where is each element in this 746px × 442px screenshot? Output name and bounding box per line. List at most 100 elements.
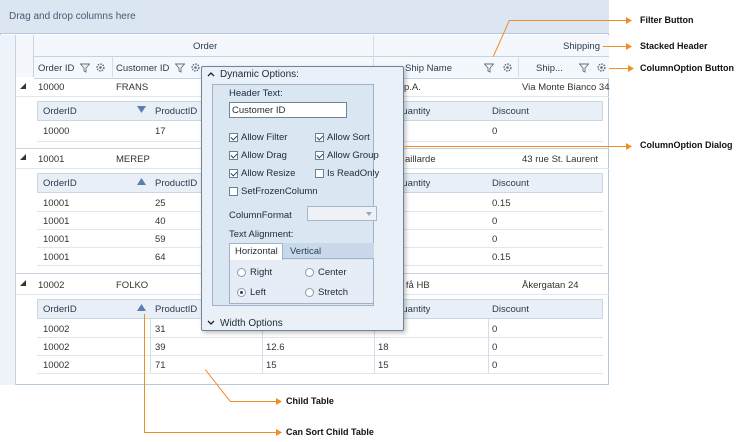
tab-horizontal[interactable]: Horizontal — [229, 243, 283, 260]
arrow-icon — [626, 143, 632, 150]
funnel-icon[interactable] — [175, 63, 185, 73]
set-frozen-column-checkbox[interactable] — [229, 187, 238, 196]
child-header-discount[interactable]: Discount — [492, 304, 529, 315]
child-header-orderid[interactable]: OrderID — [43, 304, 77, 315]
cell-ship-address: 43 rue St. Laurent — [522, 154, 599, 165]
funnel-icon[interactable] — [484, 63, 494, 73]
child-header-orderid[interactable]: OrderID — [43, 106, 77, 117]
child-header-productid[interactable]: ProductID — [155, 304, 197, 315]
arrow-icon — [276, 429, 282, 436]
annotation-child-table: Child Table — [286, 396, 334, 406]
sort-ascending-icon[interactable] — [137, 178, 146, 186]
child-cell: 10001 — [43, 252, 70, 263]
arrow-icon — [628, 65, 634, 72]
column-header-ship-address[interactable]: Ship... — [536, 63, 563, 74]
cell-order-id: 10000 — [38, 82, 65, 93]
expand-triangle-icon[interactable] — [19, 279, 27, 287]
callout-line — [404, 146, 629, 147]
set-frozen-column-label: SetFrozenColumn — [241, 186, 318, 197]
cell-customer-id: MEREP — [116, 154, 150, 165]
child-header-discount[interactable]: Discount — [492, 178, 529, 189]
is-readonly-label: Is ReadOnly — [327, 168, 380, 179]
dropdown-arrow-icon — [366, 212, 372, 216]
header-text-input[interactable]: Customer ID — [229, 102, 347, 118]
child-cell: 10001 — [43, 216, 70, 227]
expand-triangle-icon[interactable] — [19, 153, 27, 161]
radio-stretch[interactable] — [305, 288, 314, 297]
allow-resize-label: Allow Resize — [241, 168, 296, 179]
allow-sort-checkbox[interactable] — [315, 133, 324, 142]
child-header-discount[interactable]: Discount — [492, 106, 529, 117]
child-header-productid[interactable]: ProductID — [155, 106, 197, 117]
column-header-ship-name[interactable]: Ship Name — [405, 63, 452, 74]
allow-group-checkbox[interactable] — [315, 151, 324, 160]
callout-line — [144, 314, 145, 432]
arrow-icon — [626, 43, 632, 50]
child-cell: 0 — [492, 324, 498, 335]
arrow-icon — [626, 17, 632, 24]
arrow-icon — [276, 398, 282, 405]
dialog-title[interactable]: Dynamic Options: — [220, 69, 299, 80]
radio-left[interactable] — [237, 288, 246, 297]
child-cell: 10002 — [43, 342, 70, 353]
child-cell: 0 — [492, 216, 498, 227]
header-text-label: Header Text: — [229, 88, 283, 99]
child-cell: 10001 — [43, 234, 70, 245]
column-option-dialog: Dynamic Options: Header Text: Customer I… — [201, 66, 404, 331]
child-header-productid[interactable]: ProductID — [155, 178, 197, 189]
chevron-up-icon[interactable] — [207, 71, 215, 77]
child-cell: 18 — [378, 342, 389, 353]
child-cell: 12.6 — [266, 342, 285, 353]
column-header-order-id[interactable]: Order ID — [38, 63, 74, 74]
column-format-label: ColumnFormat — [229, 210, 292, 221]
child-cell: 10002 — [43, 360, 70, 371]
group-drop-text: Drag and drop columns here — [9, 11, 136, 22]
sort-ascending-icon[interactable] — [137, 304, 146, 312]
sort-descending-icon[interactable] — [137, 106, 146, 114]
annotation-can-sort-child-table: Can Sort Child Table — [286, 427, 374, 437]
allow-drag-label: Allow Drag — [241, 150, 287, 161]
allow-drag-checkbox[interactable] — [229, 151, 238, 160]
allow-sort-label: Allow Sort — [327, 132, 370, 143]
child-cell: 0 — [492, 126, 498, 137]
gear-icon[interactable] — [596, 62, 607, 73]
funnel-icon[interactable] — [579, 63, 589, 73]
radio-right[interactable] — [237, 268, 246, 277]
cell-ship-name: aillarde — [405, 154, 436, 165]
indent-column — [0, 35, 16, 77]
cell-customer-id: FRANS — [116, 82, 149, 93]
gear-icon[interactable] — [502, 62, 513, 73]
child-cell: 0 — [492, 342, 498, 353]
column-format-select[interactable] — [307, 206, 377, 221]
child-cell: 17 — [155, 126, 166, 137]
stacked-header-shipping: Shipping — [563, 41, 600, 52]
child-header-orderid[interactable]: OrderID — [43, 178, 77, 189]
child-cell: 39 — [155, 342, 166, 353]
is-readonly-checkbox[interactable] — [315, 169, 324, 178]
column-header-customer-id[interactable]: Customer ID — [116, 63, 169, 74]
radio-center[interactable] — [305, 268, 314, 277]
child-cell: 10001 — [43, 198, 70, 209]
allow-group-label: Allow Group — [327, 150, 379, 161]
gear-icon[interactable] — [190, 62, 201, 73]
tab-vertical[interactable]: Vertical — [290, 246, 321, 257]
cell-order-id: 10001 — [38, 154, 65, 165]
annotation-stacked-header: Stacked Header — [640, 41, 708, 51]
annotation-column-option-button: ColumnOption Button — [640, 63, 734, 73]
allow-resize-checkbox[interactable] — [229, 169, 238, 178]
chevron-down-icon[interactable] — [207, 320, 215, 326]
group-drop-area[interactable]: Drag and drop columns here — [0, 0, 609, 34]
width-options-header[interactable]: Width Options — [220, 318, 283, 329]
funnel-icon[interactable] — [80, 63, 90, 73]
cell-ship-address: Åkergatan 24 — [522, 280, 579, 291]
child-cell: 31 — [155, 324, 166, 335]
callout-line — [144, 432, 278, 433]
gear-icon[interactable] — [95, 62, 106, 73]
annotation-column-option-dialog: ColumnOption Dialog — [640, 140, 733, 150]
allow-filter-checkbox[interactable] — [229, 133, 238, 142]
child-cell: 40 — [155, 216, 166, 227]
dynamic-options-panel: Header Text: Customer ID Allow Filter Al… — [212, 84, 379, 306]
child-cell: 10000 — [43, 126, 70, 137]
child-cell: 59 — [155, 234, 166, 245]
expand-triangle-icon[interactable] — [19, 82, 27, 90]
